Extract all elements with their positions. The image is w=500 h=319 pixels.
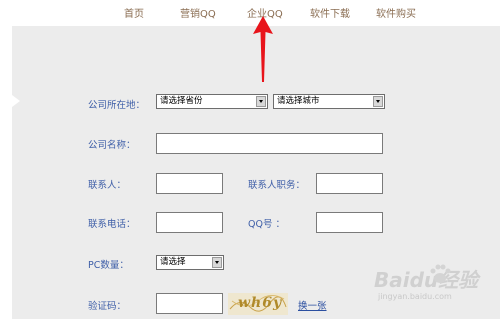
contact-label: 联系人： [88, 180, 127, 191]
top-nav: 首页 营销QQ 企业QQ 软件下载 软件购买 [0, 0, 500, 26]
city-select-value: 请选择城市 [277, 96, 320, 106]
pc-count-select-value: 请选择 [160, 257, 186, 267]
captcha-image: wh6y [228, 293, 288, 315]
watermark-url: jingyan.baidu.com [378, 292, 452, 301]
city-select[interactable]: 请选择城市 [273, 94, 385, 109]
qq-label: QQ号 ： [248, 219, 285, 230]
watermark-text: Baidu经验 [374, 268, 479, 292]
panel-notch [12, 95, 20, 107]
company-name-label: 公司名称： [88, 140, 136, 151]
nav-item-marketing-qq[interactable]: 营销QQ [180, 5, 216, 20]
captcha-input[interactable] [156, 293, 223, 314]
phone-label: 联系电话： [88, 219, 136, 230]
dropdown-arrow-icon [373, 96, 383, 107]
captcha-label: 验证码： [88, 301, 127, 312]
qq-input[interactable] [316, 212, 383, 233]
watermark: Baidu经验 jingyan.baidu.com [346, 262, 496, 312]
red-arrow-icon [253, 16, 273, 82]
phone-input[interactable] [156, 212, 223, 233]
nav-item-software-purchase[interactable]: 软件购买 [376, 5, 416, 20]
dropdown-arrow-icon [212, 257, 222, 268]
pc-count-select[interactable]: 请选择 [156, 255, 224, 270]
location-label: 公司所在地： [88, 100, 146, 111]
contact-input[interactable] [156, 173, 223, 194]
province-select[interactable]: 请选择省份 [156, 94, 268, 109]
company-name-input[interactable] [156, 133, 383, 154]
contact-title-label: 联系人职务： [248, 180, 306, 191]
nav-item-home[interactable]: 首页 [124, 5, 144, 20]
contact-title-input[interactable] [316, 173, 383, 194]
pc-count-label: PC数量： [88, 260, 129, 271]
province-select-value: 请选择省份 [160, 96, 203, 106]
dropdown-arrow-icon [256, 96, 266, 107]
refresh-captcha-link[interactable]: 换一张 [298, 298, 327, 312]
nav-item-software-download[interactable]: 软件下载 [310, 5, 350, 20]
baidu-paw-icon [430, 264, 451, 283]
captcha-text: wh6y [238, 295, 283, 311]
